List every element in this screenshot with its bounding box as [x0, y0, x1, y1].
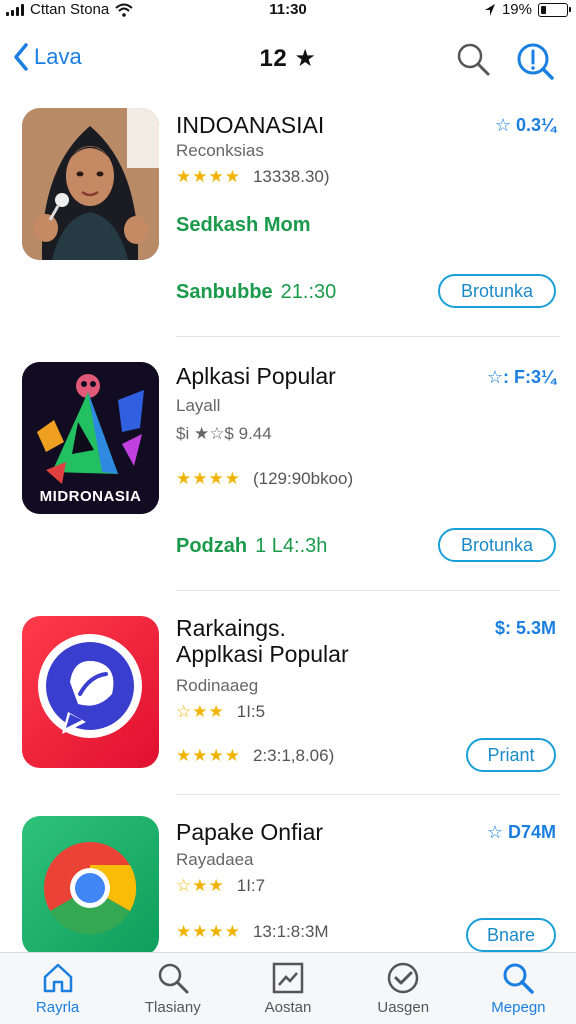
divider	[176, 336, 560, 337]
check-icon	[387, 962, 419, 994]
tab-label: Aostan	[264, 999, 312, 1016]
rating-stars: ★★★★	[176, 746, 241, 765]
location-arrow-icon	[484, 3, 495, 16]
chat-bubble-icon	[22, 616, 159, 768]
price-value: 21.:30	[280, 281, 337, 303]
divider	[176, 794, 560, 795]
tab-label: Rayrla	[35, 999, 80, 1016]
app-rank: $: 5.3M	[494, 618, 556, 638]
app-subtitle: Rodinaaeg	[176, 676, 259, 695]
icon-label: MIDRONASIA	[39, 488, 142, 505]
app-subtitle: Rayadaea	[176, 850, 254, 869]
tab-label: Tlasiany	[144, 999, 201, 1016]
rating-value: 1I:5	[236, 702, 266, 721]
image-icon	[272, 962, 304, 994]
price-label: Sanbubbe	[176, 281, 273, 303]
get-button[interactable]: Brotunka	[438, 274, 556, 308]
app-name: INDOANASIAI	[176, 112, 325, 138]
rating-count: (129:90bkoo)	[252, 469, 354, 488]
back-button[interactable]: Lava	[12, 42, 82, 72]
rating-stars: ★★★★	[176, 167, 241, 186]
app-price: Podzah 1 L4:.3h	[176, 535, 327, 558]
app-rating: ★★★★ 13338.30)	[176, 167, 330, 187]
rating-count: 13:1:8:3M	[252, 922, 329, 941]
rating-stars: ★★★★	[176, 922, 241, 941]
rating-count: 13338.30)	[252, 167, 330, 186]
app-rating: ★★★★ 2:3:1,8.06)	[176, 746, 334, 766]
tab-check[interactable]: Uasgen	[346, 953, 461, 1024]
divider	[176, 590, 560, 591]
app-rating: ★★★★ 13:1:8:3M	[176, 922, 329, 942]
app-promo: Sedkash Mom	[176, 214, 311, 236]
app-name: Aplkasi Popular	[176, 363, 336, 389]
app-subtitle: Layall	[176, 396, 221, 415]
status-right: 19%	[484, 1, 571, 18]
chevron-left-icon	[14, 43, 28, 71]
woman-portrait-icon	[22, 108, 159, 260]
price-value: 1 L4:.3h	[255, 535, 328, 557]
home-icon	[43, 963, 72, 993]
tab-media[interactable]: Aostan	[230, 953, 345, 1024]
back-label: Lava	[34, 44, 82, 69]
app-subtitle-2: ☆★★ 1I:5	[176, 702, 265, 722]
rating-stars-small: ☆★★	[176, 876, 225, 895]
rating-count: 2:3:1,8.06)	[252, 746, 335, 765]
get-button[interactable]: Brotunka	[438, 528, 556, 562]
get-button[interactable]: Bnare	[466, 918, 556, 952]
chrome-icon	[22, 816, 159, 956]
tab-label: Uasgen	[377, 999, 430, 1016]
status-bar: Cttan Stona 11:30 19%	[0, 0, 576, 22]
app-subtitle-2: ☆★★ 1I:7	[176, 876, 265, 896]
rating-stars: ★★★★	[176, 469, 241, 488]
rating-value: 1I:7	[236, 876, 266, 895]
info-search-icon[interactable]	[515, 41, 555, 81]
tab-search-active[interactable]: Mepegn	[461, 953, 576, 1024]
rating-stars-small: ☆★★	[176, 702, 225, 721]
app-name-line-1: Rarkaings.	[176, 615, 286, 641]
price-label: Podzah	[176, 535, 248, 557]
app-name-line-2: Applkasi Popular	[176, 640, 349, 667]
app-rank: ☆: F:3¼	[486, 367, 556, 387]
tab-bar: Rayrla Tlasiany Aostan Uasgen Mepegn	[0, 952, 576, 1024]
app-name: Rarkaings. Applkasi Popular	[176, 615, 349, 668]
search-icon[interactable]	[455, 41, 491, 77]
get-button[interactable]: Priant	[466, 738, 556, 772]
tab-home[interactable]: Rayrla	[0, 953, 115, 1024]
app-rank: ☆ D74M	[486, 822, 556, 842]
nav-bar: Lava 12 ★	[0, 34, 576, 86]
battery-percent: 19%	[501, 1, 532, 18]
app-rating: ★★★★ (129:90bkoo)	[176, 469, 353, 489]
app-name: Papake Onfiar	[176, 819, 324, 845]
app-price: Sanbubbe 21.:30	[176, 281, 336, 304]
tab-label: Mepegn	[491, 999, 546, 1016]
tab-search[interactable]: Tlasiany	[115, 953, 230, 1024]
search-icon	[158, 963, 189, 994]
search-icon	[503, 963, 535, 994]
app-rank: ☆ 0.3¼	[494, 115, 556, 135]
battery-icon	[538, 2, 571, 17]
app-subtitle-2: $i ★☆$ 9.44	[176, 424, 272, 443]
app-subtitle: Reconksias	[176, 141, 264, 160]
indonesia-logo-icon: MIDRONASIA	[22, 362, 159, 514]
